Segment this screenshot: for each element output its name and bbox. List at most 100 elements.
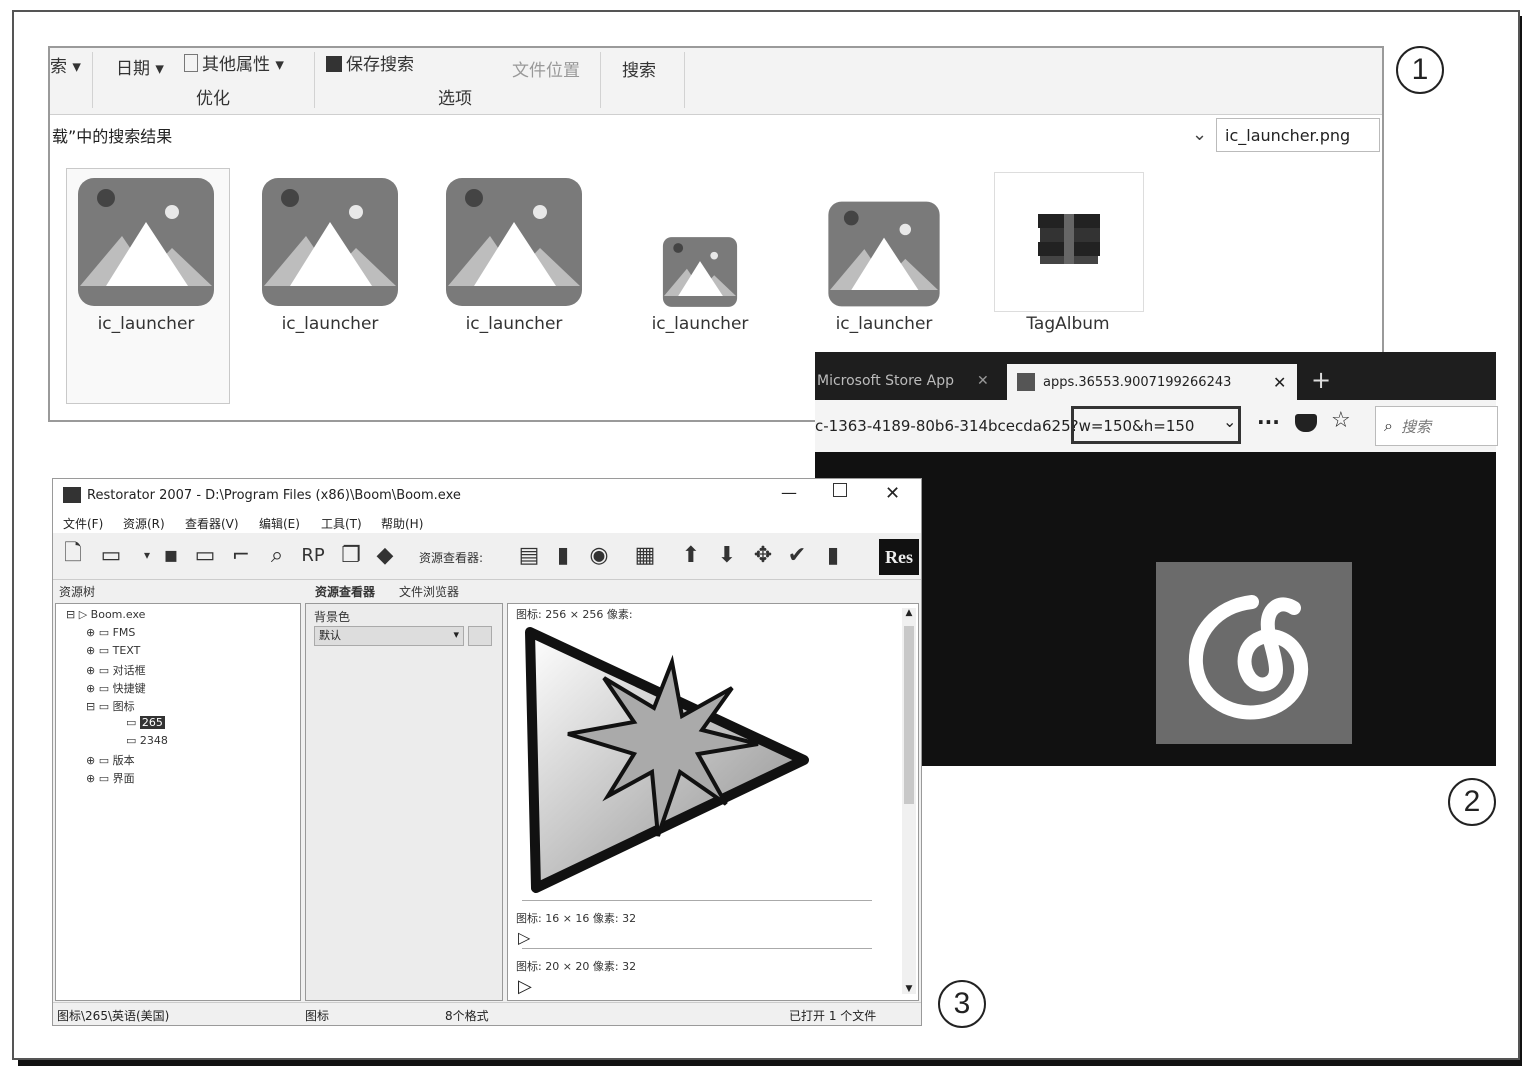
pocket-icon[interactable] [1295,414,1317,432]
file-item[interactable]: ic_launcher [630,176,770,386]
new-file-icon[interactable]: 🗋 [59,541,87,569]
status-files: 已打开 1 个文件 [789,1009,877,1023]
search-input-value: ic_launcher.png [1225,125,1351,145]
tree-node[interactable]: ⊕ ▭ 界面 [86,770,135,786]
new-tab-plus-icon[interactable]: + [1311,366,1331,394]
tree-label: 界面 [112,772,135,785]
status-formats: 8个格式 [445,1009,489,1023]
copy-icon[interactable]: ❐ [337,541,365,569]
menu-edit[interactable]: 编辑(E) [259,515,300,532]
restorator-window: Restorator 2007 - D:\Program Files (x86)… [52,478,922,1026]
clipboard-icon[interactable]: ▮ [819,541,847,569]
url-highlight-box [1071,406,1241,444]
tree-node-selected[interactable]: ▭ 265 [126,716,165,729]
tree-node[interactable]: ⊕ ▭ TEXT [86,644,140,657]
search-input[interactable]: ic_launcher.png [1216,118,1380,152]
preview-info-16: 图标: 16 × 16 像素: 32 [516,912,637,925]
menu-help[interactable]: 帮助(H) [381,515,423,532]
save-search-label: 保存搜索 [346,55,414,75]
file-name: ic_launcher [651,314,749,334]
layers-icon[interactable]: ◆ [371,541,399,569]
more-actions-icon[interactable]: ··· [1257,410,1280,434]
callout-3: 3 [938,980,986,1028]
chevron-down-icon[interactable]: ⌄ [1223,412,1236,431]
arrow-up-icon[interactable]: ⬆ [677,541,705,569]
tree-icon[interactable]: ⌐ [227,541,255,569]
checkmark-icon[interactable]: ✔ [783,541,811,569]
file-item[interactable]: ic_launcher [260,176,400,386]
page-icon [184,54,198,72]
star-icon[interactable]: ☆ [1331,408,1351,433]
tree-node[interactable]: ⊕ ▭ 快捷键 [86,680,146,696]
tree-node[interactable]: ▭ 2348 [126,734,168,747]
vertical-scrollbar[interactable]: ▲ ▼ [902,608,916,994]
view-hex-icon[interactable]: ▦ [631,541,659,569]
main-toolbar: 🗋 ▭ ▾ ▪ ▭ ⌐ ⌕ RP ❐ ◆ 资源查看器: ▤ ▮ ◉ ▦ ⬆ ⬇ … [53,535,921,580]
view-text-icon[interactable]: ▤ [515,541,543,569]
archive-stack-icon [1038,214,1100,264]
rip-icon[interactable]: RP [299,541,327,569]
search-icon: ⌕ [1384,416,1393,435]
ribbon-search-tab[interactable]: 搜索 [622,56,656,81]
tree-node[interactable]: ⊕ ▭ 对话框 [86,662,146,678]
image-placeholder-icon [662,237,738,307]
minimize-icon[interactable]: — [781,483,797,502]
viewer-label: 资源查看器: [419,551,484,565]
background-color-select[interactable]: 默认 ▾ [314,626,464,646]
select-extra-button[interactable] [468,626,492,646]
tree-node[interactable]: ⊕ ▭ FMS [86,626,135,639]
search-placeholder: 搜索 [1400,417,1431,436]
crosshair-icon[interactable]: ✥ [749,541,777,569]
open-folder-icon[interactable]: ▭ [97,541,125,569]
tree-node[interactable]: ⊟ ▭ 图标 [86,698,135,714]
tab-label: apps.36553.9007199266243 [1043,374,1232,390]
tree-root[interactable]: ⊟ ▷ Boom.exe [66,608,145,621]
chevron-down-icon[interactable]: ⌄ [1192,124,1207,145]
tree-label: 2348 [139,734,168,747]
small-play-icon: ▷ [518,928,531,947]
file-item[interactable]: ic_launcher [444,176,584,386]
preview-info-20: 图标: 20 × 20 像素: 32 [516,960,637,973]
close-icon[interactable]: ✕ [977,373,989,389]
menu-file[interactable]: 文件(F) [63,515,103,532]
file-item[interactable]: ic_launcher [76,176,216,386]
arrow-down-icon[interactable]: ⬇ [713,541,741,569]
search-icon[interactable]: ⌕ [263,541,291,569]
menu-resource[interactable]: 资源(R) [123,515,165,532]
view-binary-icon[interactable]: ▮ [549,541,577,569]
scroll-down-icon[interactable]: ▼ [902,984,916,994]
save-icon[interactable]: ▪ [157,541,185,569]
scroll-up-icon[interactable]: ▲ [902,608,916,618]
window-titlebar: Restorator 2007 - D:\Program Files (x86)… [53,479,921,511]
ribbon-date-dropdown[interactable]: 日期 ▾ [116,54,164,79]
status-bar: 图标\265\英语(美国) 图标 8个格式 已打开 1 个文件 [53,1002,921,1025]
preview-info-large: 图标: 256 × 256 像素: [516,608,633,621]
tab-file-browser[interactable]: 文件浏览器 [399,583,459,600]
ribbon-save-search-button[interactable]: 保存搜索 [326,50,414,75]
browser-search-input[interactable]: ⌕ 搜索 [1375,406,1498,446]
app-icon [63,487,81,503]
tab-apps[interactable]: apps.36553.9007199266243 ✕ [1007,364,1297,400]
ribbon-file-location-button[interactable]: 文件位置 [512,56,580,81]
scrollbar-thumb[interactable] [904,626,914,804]
navigation-bar: c-1363-4189-80b6-314bcecda625?w=150&h=15… [815,400,1498,453]
close-icon[interactable]: ✕ [885,483,900,504]
small-play-icon: ▷ [518,976,532,997]
tab-resource-viewer[interactable]: 资源查看器 [315,583,375,600]
file-name: ic_launcher [465,314,563,334]
menu-viewer[interactable]: 查看器(V) [185,515,239,532]
ribbon-search-dropdown[interactable]: 索 ▾ [50,52,81,77]
maximize-icon[interactable] [833,483,847,497]
ribbon-other-properties[interactable]: 其他属性 ▾ [184,50,284,75]
file-name: ic_launcher [835,314,933,334]
resource-tree-header: 资源树 [59,585,96,599]
menu-tools[interactable]: 工具(T) [321,515,362,532]
image-placeholder-icon [78,178,214,306]
tab-microsoft-store[interactable]: Microsoft Store App ✕ [817,362,997,400]
divider [522,948,872,949]
address-bar[interactable]: 载”中的搜索结果 [50,118,1198,152]
close-icon[interactable]: ✕ [1273,373,1286,392]
tree-node[interactable]: ⊕ ▭ 版本 [86,752,135,768]
globe-icon[interactable]: ◉ [585,541,613,569]
folder-icon[interactable]: ▭ [191,541,219,569]
